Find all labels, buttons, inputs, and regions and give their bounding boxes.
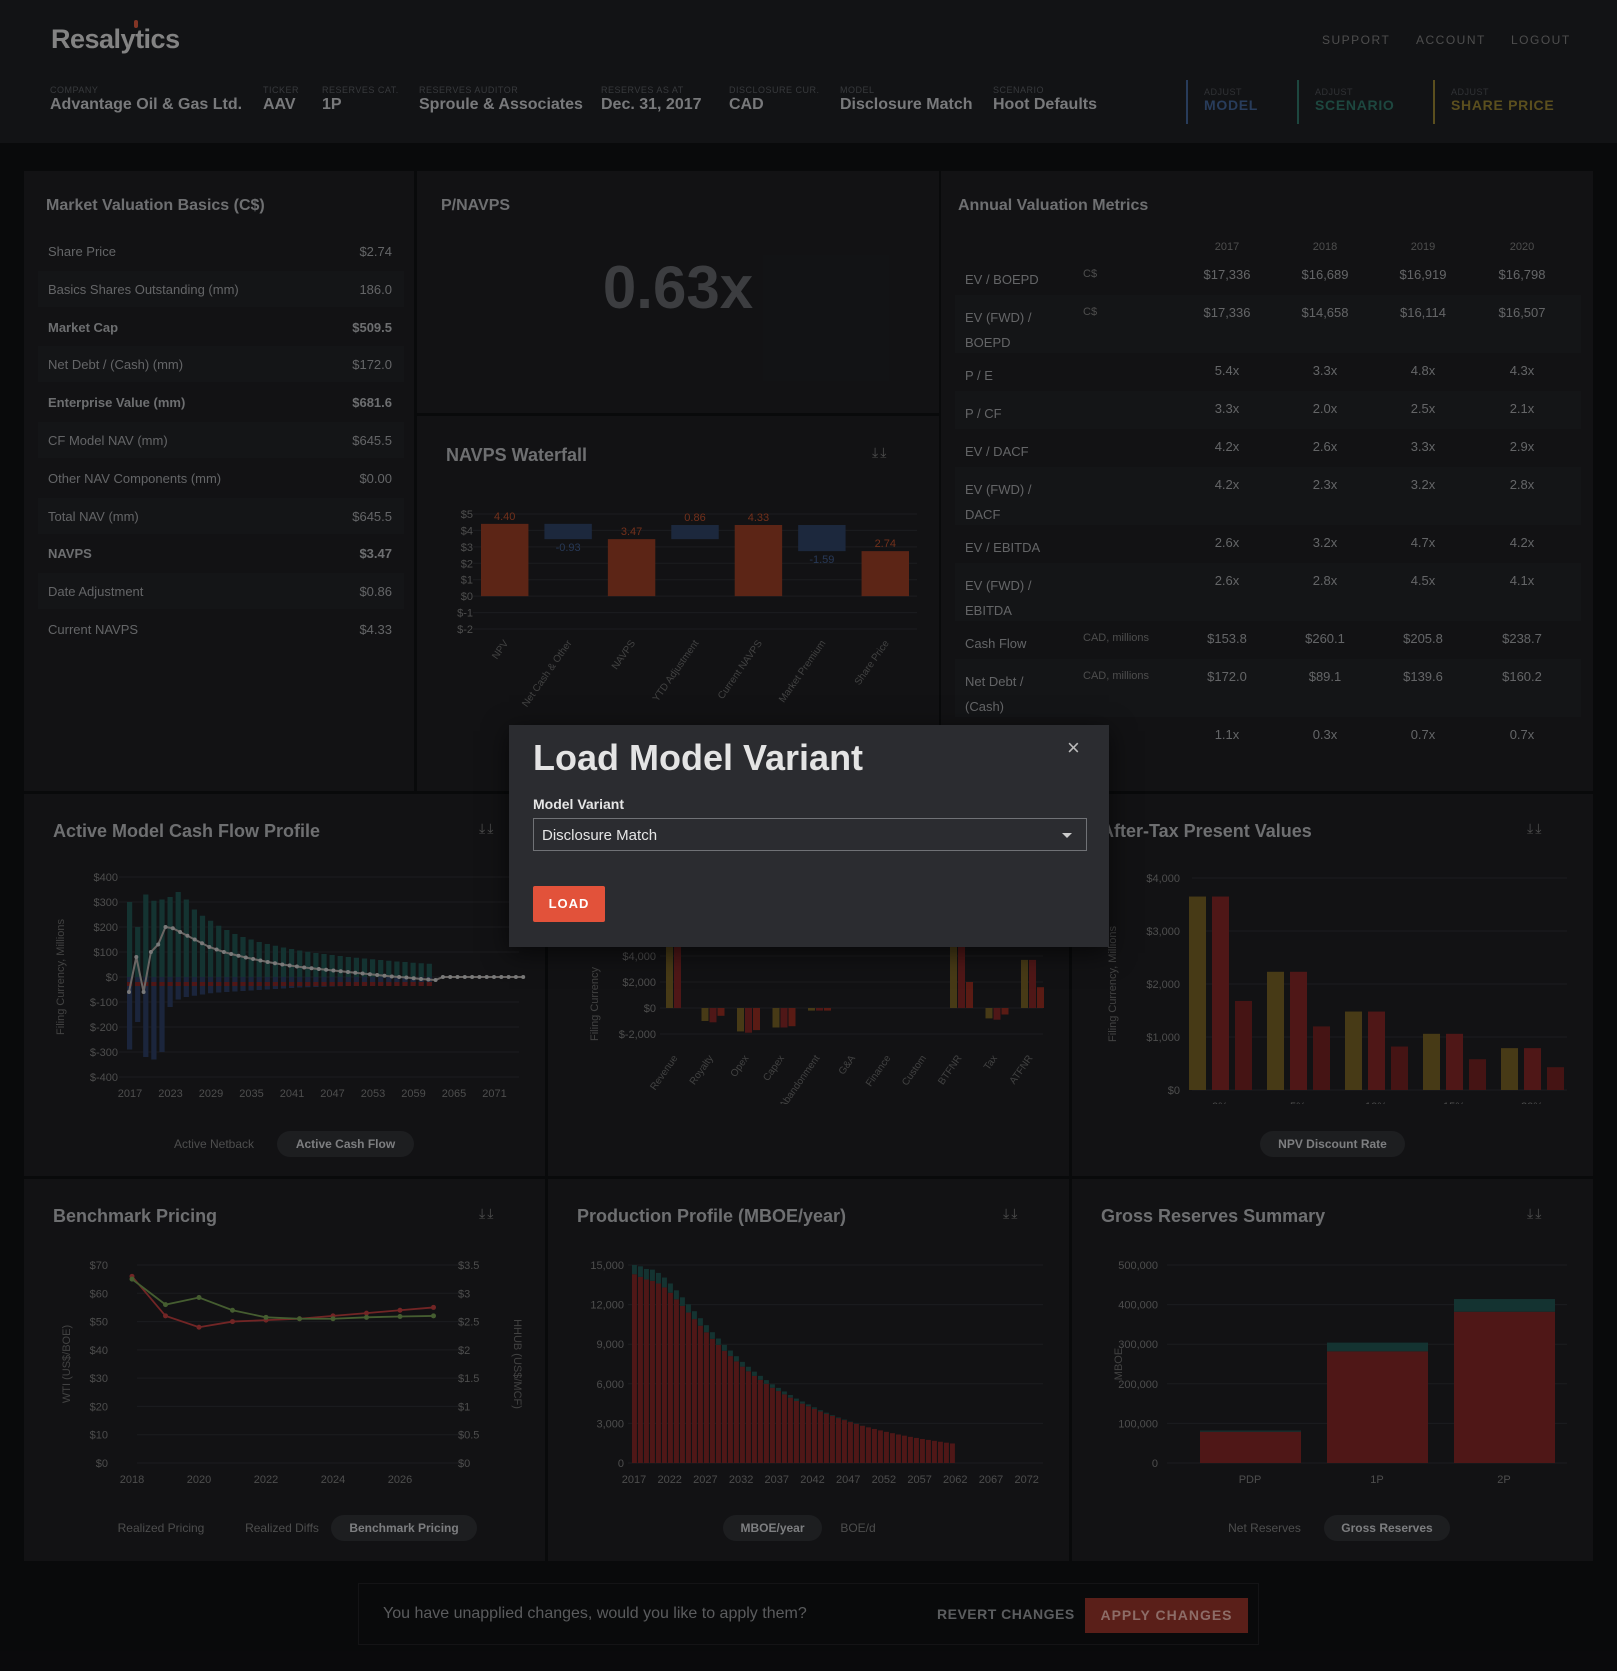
load-model-variant-dialog: Load Model Variant × Model Variant Discl… xyxy=(509,725,1109,947)
chevron-down-icon xyxy=(1062,833,1072,838)
model-variant-selected: Disclosure Match xyxy=(542,827,658,844)
model-variant-label: Model Variant xyxy=(533,796,625,812)
model-variant-select[interactable]: Disclosure Match xyxy=(533,818,1087,851)
load-button[interactable]: LOAD xyxy=(533,886,605,922)
close-icon[interactable]: × xyxy=(1067,735,1080,761)
dialog-title: Load Model Variant xyxy=(533,737,864,778)
